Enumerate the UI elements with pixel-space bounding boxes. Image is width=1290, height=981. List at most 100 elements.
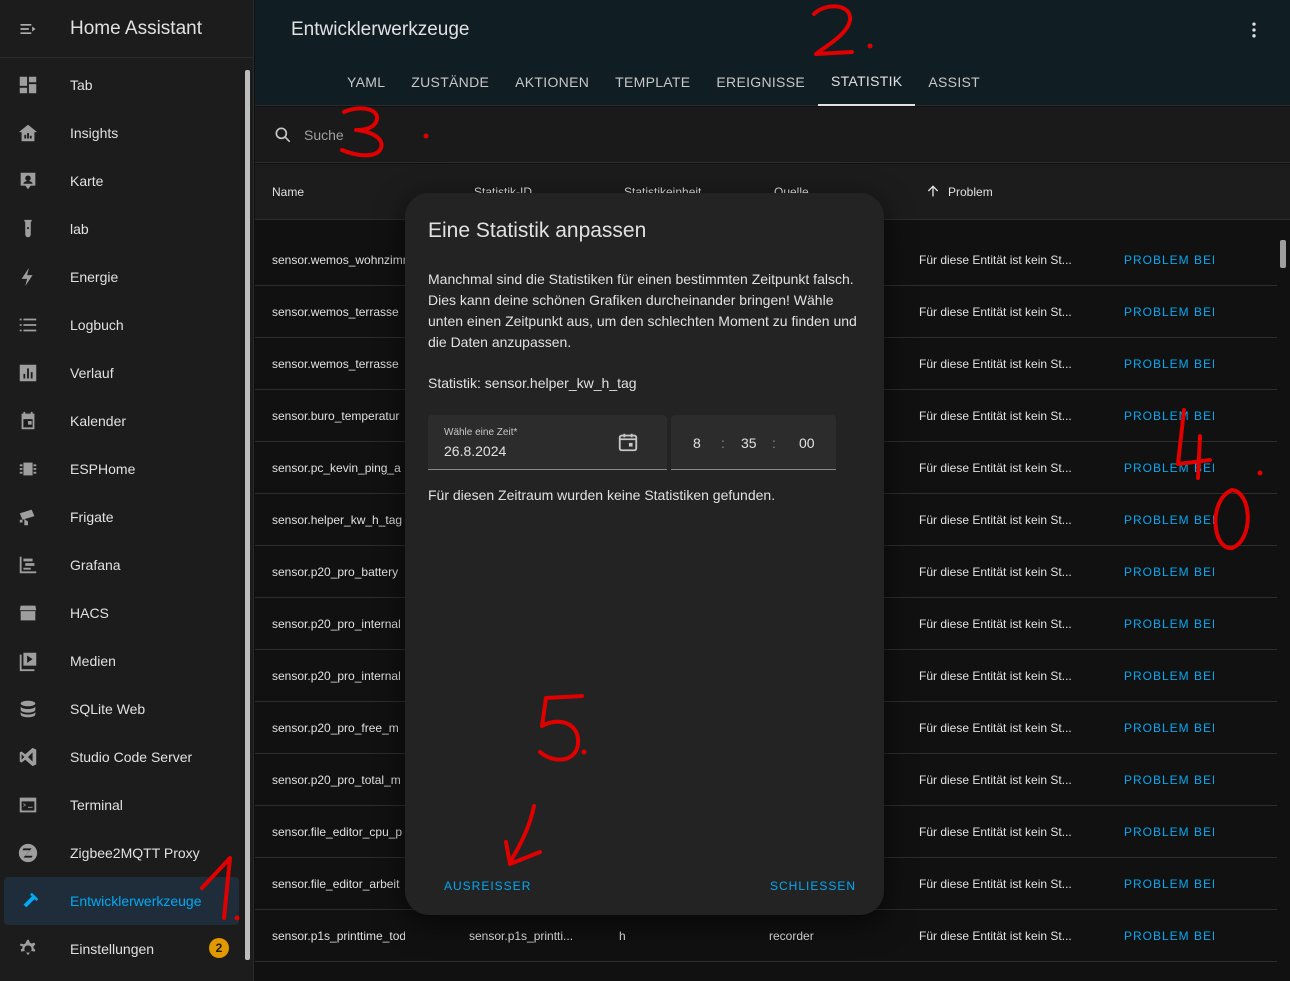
no-statistics-message: Für diesen Zeitraum wurden keine Statist… [428,487,776,503]
sidebar-item-insights[interactable]: Insights [0,109,243,157]
calendar-icon[interactable] [617,431,639,453]
column-header-name[interactable]: Name [272,185,304,199]
chip-icon [0,458,56,480]
sidebar-item-label: HACS [70,605,109,621]
fix-issue-button[interactable]: PROBLEM BEHEBEN [1124,617,1214,631]
dialog-description: Manchmal sind die Statistiken für einen … [428,271,857,350]
sidebar-item-sqlite-web[interactable]: SQLite Web [0,685,243,733]
fix-issue-button[interactable]: PROBLEM BEHEBEN [1124,825,1214,839]
fix-issue-button[interactable]: PROBLEM BEHEBEN [1124,877,1214,891]
dialog-title: Eine Statistik anpassen [428,219,647,242]
cell-name: sensor.p20_pro_total_m [272,773,401,787]
dialog-statistic-id: Statistik: sensor.helper_kw_h_tag [428,375,637,391]
sidebar-item-studio-code-server[interactable]: Studio Code Server [0,733,243,781]
fix-issue-button[interactable]: PROBLEM BEHEBEN [1124,409,1214,423]
table-row[interactable]: sensor.p1s_printtime_today sensor.p1s_pri… [255,910,1277,962]
fix-issue-button[interactable]: PROBLEM BEHEBEN [1124,721,1214,735]
cell-name: sensor.p20_pro_internal [272,617,401,631]
fix-issue-button[interactable]: PROBLEM BEHEBEN [1124,461,1214,475]
tab-statistik[interactable]: STATISTIK [817,58,916,106]
fix-issue-button[interactable]: PROBLEM BEHEBEN [1124,253,1214,267]
fix-issue-button[interactable]: PROBLEM BEHEBEN [1124,669,1214,683]
sidebar-header: Home Assistant [0,0,253,58]
close-button[interactable]: SCHLIESSEN [770,879,856,893]
fix-issue-button[interactable]: PROBLEM BEHEBEN [1124,565,1214,579]
calendar-icon [0,410,56,432]
cell-problem: Für diese Entität ist kein St... [919,409,1072,423]
sidebar-item-terminal[interactable]: Terminal [0,781,243,829]
time-hour-input[interactable]: 8 [693,435,701,451]
fix-issue-button[interactable]: PROBLEM BEHEBEN [1124,357,1214,371]
sidebar-item-label: Verlauf [70,365,114,381]
tab-assist[interactable]: ASSIST [915,58,993,106]
sidebar-item-label: Tab [70,77,93,93]
cell-name: sensor.p20_pro_internal [272,669,401,683]
fix-issue-button[interactable]: PROBLEM BEHEBEN [1124,929,1214,943]
sidebar-scrollbar[interactable] [243,64,251,974]
sidebar-item-label: Entwicklerwerkzeuge [70,893,202,909]
sidebar-item-esphome[interactable]: ESPHome [0,445,243,493]
sidebar-item-label: Energie [70,269,119,285]
time-separator: : [772,435,776,451]
map-account-icon [0,170,56,192]
date-picker-label: Wähle eine Zeit* [444,427,518,438]
toolbar: Entwicklerwerkzeuge YAML ZUSTÄNDE AKTIONEN… [255,0,1290,106]
sidebar-item-karte[interactable]: Karte [0,157,243,205]
fix-issue-button[interactable]: PROBLEM BEHEBEN [1124,513,1214,527]
sidebar-item-label: SQLite Web [70,701,146,717]
sidebar-item-kalender[interactable]: Kalender [0,397,243,445]
outlier-button[interactable]: AUSREISSER [444,879,531,893]
search-bar[interactable]: Suche [255,107,1290,163]
date-picker-value: 26.8.2024 [444,443,507,459]
cell-name: sensor.wemos_wohnzimmer [272,253,405,267]
cell-problem: Für diese Entität ist kein St... [919,305,1072,319]
sidebar-item-tab[interactable]: Tab [0,61,243,109]
date-picker-field[interactable]: Wähle eine Zeit* 26.8.2024 [428,415,667,470]
tab-template[interactable]: TEMPLATE [602,58,703,106]
cell-unit: h [619,929,626,943]
sidebar-nav: Tab Insights Karte lab Energie Logbuch Verlauf… [0,61,243,973]
search-input[interactable]: Suche [304,127,344,143]
overflow-menu-button[interactable] [1244,20,1264,40]
tab-yaml[interactable]: YAML [334,58,398,106]
time-minute-input[interactable]: 35 [741,435,757,451]
sidebar-item-logbuch[interactable]: Logbuch [0,301,243,349]
menu-toggle-button[interactable] [0,0,56,58]
cell-problem: Für diese Entität ist kein St... [919,825,1072,839]
sidebar-item-einstellungen[interactable]: Einstellungen 2 [0,925,243,973]
page-title: Entwicklerwerkzeuge [291,19,470,40]
sidebar-item-lab[interactable]: lab [0,205,243,253]
play-box-icon [0,650,56,672]
sidebar-item-label: Frigate [70,509,114,525]
tab-aktionen[interactable]: AKTIONEN [502,58,602,106]
vscode-icon [0,746,56,768]
sidebar-item-label: Medien [70,653,116,669]
fix-issue-button[interactable]: PROBLEM BEHEBEN [1124,773,1214,787]
sidebar-item-label: lab [70,221,89,237]
sidebar-item-verlauf[interactable]: Verlauf [0,349,243,397]
sidebar-item-hacs[interactable]: HACS [0,589,243,637]
tab-zust-nde[interactable]: ZUSTÄNDE [398,58,502,106]
cell-name: sensor.buro_temperatur [272,409,400,423]
sidebar-item-label: Grafana [70,557,121,573]
lightning-icon [0,266,56,288]
sidebar-item-frigate[interactable]: Frigate [0,493,243,541]
chart-box-icon [0,362,56,384]
magnify-icon [275,127,291,142]
sidebar-item-label: Terminal [70,797,123,813]
list-icon [0,314,56,336]
sidebar-item-label: Studio Code Server [70,749,193,765]
arrow-up-icon[interactable] [925,183,941,199]
sidebar-item-energie[interactable]: Energie [0,253,243,301]
sidebar-item-entwicklerwerkzeuge[interactable]: Entwicklerwerkzeuge [4,877,239,925]
tab-ereignisse[interactable]: EREIGNISSE [703,58,818,106]
column-header-problem[interactable]: Problem [948,185,993,199]
home-assistant-app: Home Assistant Tab Insights Karte lab Energi… [0,0,1290,981]
cell-problem: Für diese Entität ist kein St... [919,721,1072,735]
time-second-input[interactable]: 00 [799,435,815,451]
sidebar-item-grafana[interactable]: Grafana [0,541,243,589]
fix-issue-button[interactable]: PROBLEM BEHEBEN [1124,305,1214,319]
sidebar-item-medien[interactable]: Medien [0,637,243,685]
sidebar-item-zigbee2mqtt-proxy[interactable]: Zigbee2MQTT Proxy [0,829,243,877]
table-scrollbar[interactable] [1278,222,1288,981]
